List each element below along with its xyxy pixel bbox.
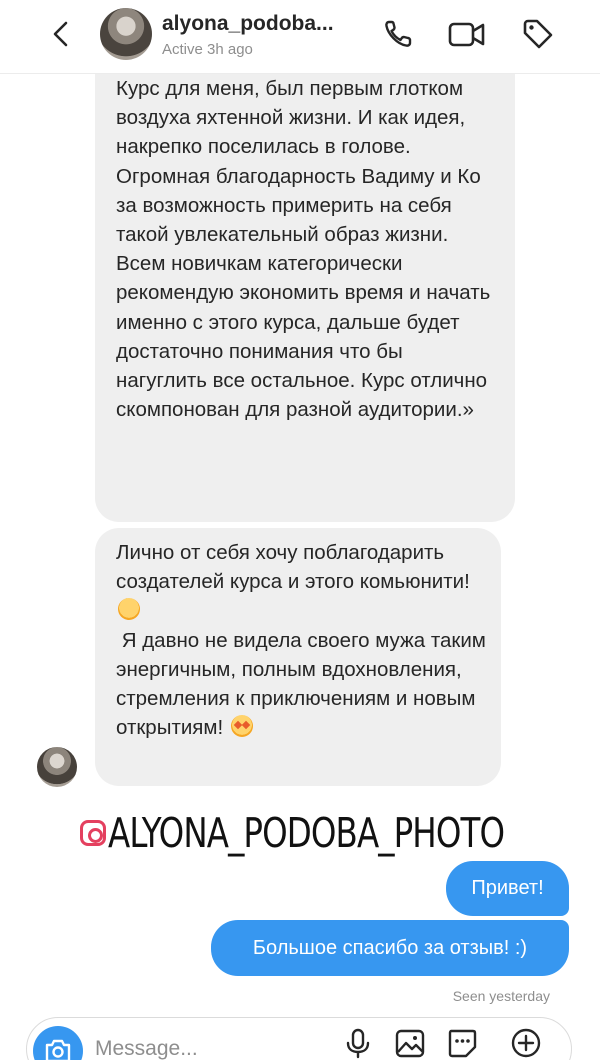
chat-header: alyona_podoba... Active 3h ago	[0, 0, 600, 74]
sender-avatar[interactable]	[37, 747, 77, 787]
plus-icon[interactable]	[509, 1026, 543, 1060]
avatar[interactable]	[100, 8, 152, 60]
message-paragraph: Курс для меня, был первым глотком воздух…	[116, 77, 466, 159]
active-status: Active 3h ago	[162, 41, 253, 58]
message-paragraph: Огромная благодарность Вадиму и Ко за во…	[116, 164, 491, 422]
message-text: Лично от себя хочу поблагодарить создате…	[116, 541, 470, 594]
message-input[interactable]	[95, 1032, 315, 1060]
message-text: Я давно не видела своего мужа таким энер…	[116, 628, 486, 740]
phone-icon[interactable]	[380, 16, 416, 52]
microphone-icon[interactable]	[341, 1026, 375, 1060]
received-message[interactable]: Лично от себя хочу поблагодарить создате…	[95, 528, 501, 786]
watermark-text: ALYONA_PODOBA_PHOTO	[108, 809, 505, 857]
hugging-face-emoji	[118, 598, 140, 621]
received-message[interactable]: Курс для меня, был первым глотком воздух…	[95, 50, 515, 522]
instagram-logo-icon	[80, 820, 106, 846]
star-struck-emoji	[230, 715, 253, 738]
sticker-icon[interactable]	[445, 1026, 479, 1060]
camera-icon	[45, 1039, 71, 1060]
message-composer	[26, 1017, 572, 1060]
instagram-watermark: ALYONA_PODOBA_PHOTO	[80, 808, 558, 858]
video-camera-icon[interactable]	[446, 16, 488, 52]
gallery-icon[interactable]	[393, 1026, 427, 1060]
camera-button[interactable]	[33, 1026, 83, 1060]
chat-username[interactable]: alyona_podoba...	[162, 12, 334, 36]
sent-message[interactable]: Большое спасибо за отзыв! :)	[211, 920, 569, 976]
sent-message[interactable]: Привет!	[446, 861, 569, 916]
back-chevron-icon[interactable]	[44, 16, 80, 52]
tag-icon[interactable]	[520, 16, 556, 52]
seen-status: Seen yesterday	[452, 988, 550, 1004]
